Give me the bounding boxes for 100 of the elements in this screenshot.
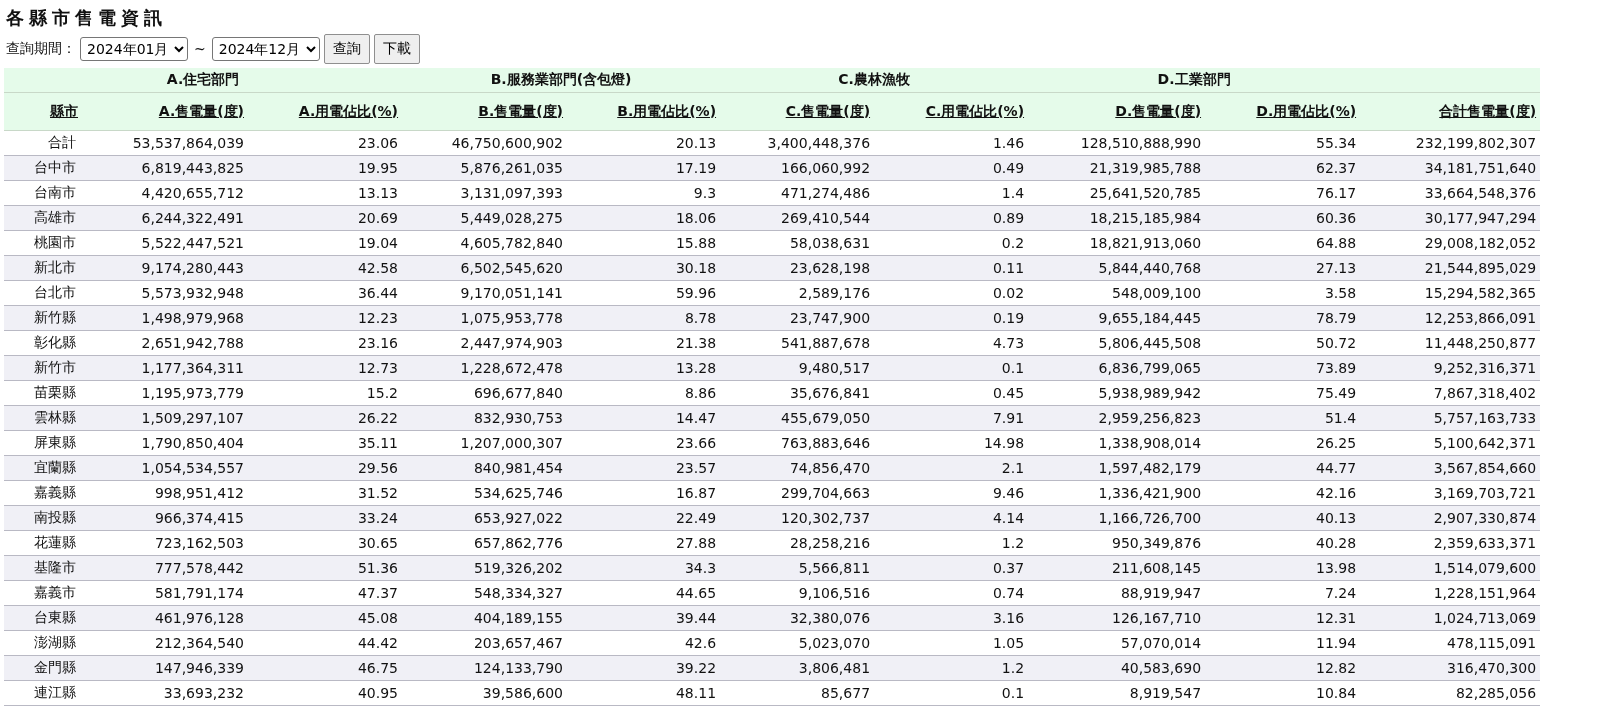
table-cell: 126,167,710 (1028, 605, 1206, 631)
table-cell: 台東縣 (4, 605, 124, 631)
table-cell: 9,252,316,371 (1360, 355, 1541, 381)
table-cell: 85,677 (720, 680, 875, 706)
table-cell: 合計 (4, 130, 124, 156)
table-cell: 23.16 (248, 330, 403, 356)
table-cell: 5,522,447,521 (124, 230, 248, 256)
table-cell: 40.28 (1205, 530, 1361, 556)
table-cell: 147,946,339 (124, 655, 248, 681)
table-cell: 18,215,185,984 (1028, 205, 1206, 231)
table-cell: 74,856,470 (720, 455, 875, 481)
table-cell: 23.06 (248, 130, 403, 156)
table-cell: 4,420,655,712 (124, 180, 248, 206)
column-sort-link[interactable]: 縣市 (50, 102, 78, 119)
table-cell: 3,169,703,721 (1360, 480, 1541, 506)
download-button[interactable]: 下載 (373, 34, 420, 64)
table-cell: 基隆市 (4, 555, 124, 581)
table-cell: 6,244,322,491 (124, 205, 248, 231)
table-cell: 1,166,726,700 (1028, 505, 1206, 531)
table-cell: 723,162,503 (124, 530, 248, 556)
column-sort-link[interactable]: C.售電量(度) (785, 102, 871, 119)
table-cell: 15.2 (248, 380, 403, 406)
table-cell: 0.02 (874, 280, 1029, 306)
column-sort-link[interactable]: B.用電佔比(%) (617, 102, 717, 119)
table-cell: 64.88 (1205, 230, 1361, 256)
table-cell: 0.89 (874, 205, 1029, 231)
table-cell: 12.31 (1205, 605, 1361, 631)
table-cell: 3,131,097,393 (402, 180, 568, 206)
table-cell: 2,907,330,874 (1360, 505, 1541, 531)
table-cell: 12.73 (248, 355, 403, 381)
table-cell: 嘉義市 (4, 580, 124, 606)
table-cell: 12,253,866,091 (1360, 305, 1541, 331)
table-cell: 10.84 (1205, 680, 1361, 706)
table-cell: 1.05 (874, 630, 1029, 656)
table-cell: 4,605,782,840 (402, 230, 568, 256)
table-cell: 6,836,799,065 (1028, 355, 1206, 381)
table-cell: 1.2 (874, 655, 1029, 681)
table-cell: 13.13 (248, 180, 403, 206)
table-cell: 39,586,600 (402, 680, 568, 706)
table-cell: 40.13 (1205, 505, 1361, 531)
table-cell: 45.08 (248, 605, 403, 631)
table-cell: 21,319,985,788 (1028, 155, 1206, 181)
range-separator: ~ (194, 41, 206, 57)
column-sort-link[interactable]: B.售電量(度) (478, 102, 564, 119)
table-cell: 75.49 (1205, 380, 1361, 406)
table-cell: 1,790,850,404 (124, 430, 248, 456)
table-cell: 36.44 (248, 280, 403, 306)
table-cell: 宜蘭縣 (4, 455, 124, 481)
table-cell: 5,566,811 (720, 555, 875, 581)
table-cell: 0.37 (874, 555, 1029, 581)
table-cell: 33,664,548,376 (1360, 180, 1541, 206)
table-cell: 57,070,014 (1028, 630, 1206, 656)
table-cell: 8,919,547 (1028, 680, 1206, 706)
table-cell: 15.88 (567, 230, 721, 256)
table-cell: 62.37 (1205, 155, 1361, 181)
column-sort-link[interactable]: 合計售電量(度) (1439, 102, 1537, 119)
table-cell: 35,676,841 (720, 380, 875, 406)
table-cell: 南投縣 (4, 505, 124, 531)
table-cell: 8.86 (567, 380, 721, 406)
table-cell: 屏東縣 (4, 430, 124, 456)
table-cell: 657,862,776 (402, 530, 568, 556)
table-cell: 30.65 (248, 530, 403, 556)
table-cell: 534,625,746 (402, 480, 568, 506)
column-group-header: D.工業部門 (1028, 68, 1361, 93)
table-cell: 777,578,442 (124, 555, 248, 581)
column-sort-link[interactable]: C.用電佔比(%) (925, 102, 1025, 119)
column-sort-link[interactable]: A.售電量(度) (158, 102, 244, 119)
table-cell: 13.98 (1205, 555, 1361, 581)
table-cell: 34,181,751,640 (1360, 155, 1541, 181)
table-cell: 471,274,486 (720, 180, 875, 206)
table-cell: 7.91 (874, 405, 1029, 431)
table-cell: 1.4 (874, 180, 1029, 206)
table-cell: 13.28 (567, 355, 721, 381)
table-cell: 1,024,713,069 (1360, 605, 1541, 631)
page-title: 各縣市售電資訊 (6, 6, 167, 30)
table-cell: 5,757,163,733 (1360, 405, 1541, 431)
column-sort-link[interactable]: D.售電量(度) (1115, 102, 1202, 119)
table-cell: 9,174,280,443 (124, 255, 248, 281)
table-cell: 39.22 (567, 655, 721, 681)
table-cell: 1,177,364,311 (124, 355, 248, 381)
table-cell: 2,447,974,903 (402, 330, 568, 356)
table-cell: 18.06 (567, 205, 721, 231)
table-cell: 212,364,540 (124, 630, 248, 656)
table-cell: 1,207,000,307 (402, 430, 568, 456)
start-month-select[interactable]: 2024年01月 (80, 37, 188, 61)
table-cell: 3,567,854,660 (1360, 455, 1541, 481)
table-cell: 232,199,802,307 (1360, 130, 1541, 156)
table-cell: 4.14 (874, 505, 1029, 531)
end-month-select[interactable]: 2024年12月 (211, 37, 320, 61)
table-cell: 9,480,517 (720, 355, 875, 381)
table-cell: 29.56 (248, 455, 403, 481)
query-button[interactable]: 查詢 (323, 34, 370, 64)
table-cell: 台北市 (4, 280, 124, 306)
table-cell: 19.95 (248, 155, 403, 181)
table-cell: 0.74 (874, 580, 1029, 606)
table-cell: 3,806,481 (720, 655, 875, 681)
table-cell: 連江縣 (4, 680, 124, 706)
column-sort-link[interactable]: A.用電佔比(%) (298, 102, 399, 119)
table-cell: 316,470,300 (1360, 655, 1541, 681)
column-sort-link[interactable]: D.用電佔比(%) (1256, 102, 1357, 119)
